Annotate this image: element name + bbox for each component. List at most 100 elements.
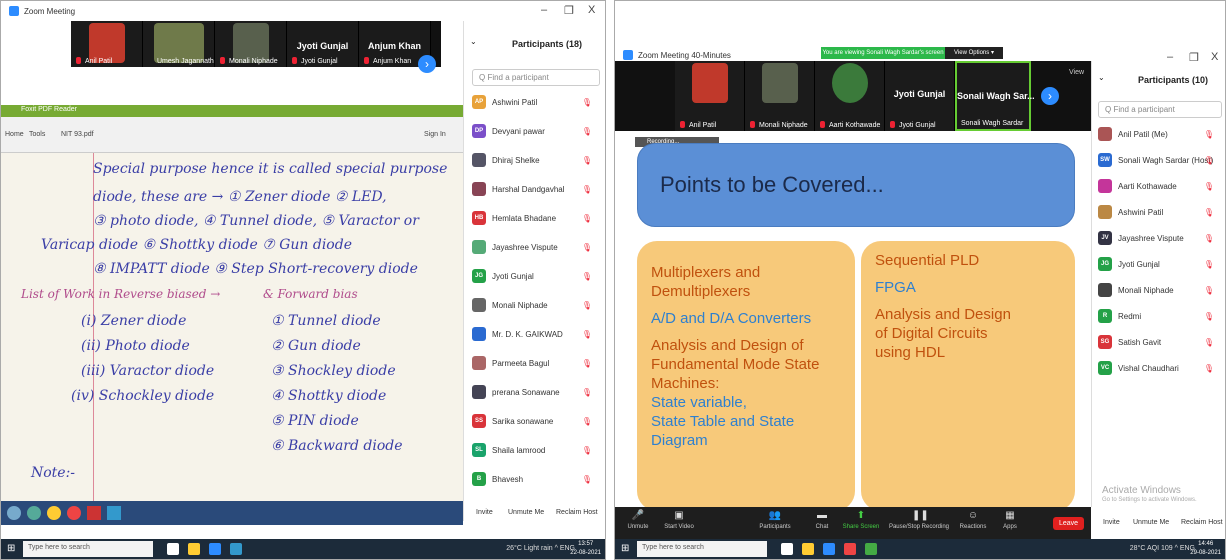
unmute-me-button[interactable]: Unmute Me bbox=[1133, 519, 1169, 526]
reactions-button[interactable]: ☺ Reactions bbox=[955, 510, 991, 530]
participants-button[interactable]: 👥 Participants bbox=[755, 510, 795, 530]
video-tile[interactable]: Jyoti Gunjal Jyoti Gunjal bbox=[287, 21, 359, 67]
participant-name: Bhavesh bbox=[492, 474, 524, 484]
participant-row[interactable]: SW Sonali Wagh Sardar (Host) 🎙 bbox=[1098, 149, 1224, 171]
task-view-icon[interactable] bbox=[167, 543, 179, 555]
clock-date: 29-08-2021 bbox=[1190, 550, 1221, 556]
participant-row[interactable]: Aarti Kothawade 🎙 bbox=[1098, 175, 1224, 197]
avatar: JG bbox=[472, 269, 486, 283]
leave-button[interactable]: Leave bbox=[1053, 517, 1085, 530]
note-line: ⑤ PIN diode bbox=[271, 413, 359, 429]
participant-row[interactable]: JG Jyoti Gunjal 🎙 bbox=[472, 265, 602, 287]
participant-row[interactable]: AP Ashwini Patil 🎙 bbox=[472, 91, 602, 113]
participant-row[interactable]: JV Jayashree Vispute 🎙 bbox=[1098, 227, 1224, 249]
participant-name: Aarti Kothawade bbox=[1118, 181, 1177, 191]
invite-button[interactable]: Invite bbox=[1103, 519, 1120, 526]
participant-name: Jayashree Vispute bbox=[492, 242, 558, 252]
taskbar-search-input[interactable]: Type here to search bbox=[23, 541, 153, 557]
view-button[interactable]: View bbox=[1069, 69, 1084, 76]
windows-start-icon[interactable]: ⊞ bbox=[621, 543, 629, 554]
video-tile[interactable]: Umesh Jagannath Tupe bbox=[143, 21, 231, 67]
document-tab[interactable]: NIT 93.pdf bbox=[61, 131, 94, 138]
avatar: JV bbox=[1098, 231, 1112, 245]
participant-row[interactable]: Anil Patil (Me) 🎙 bbox=[1098, 123, 1224, 145]
apps-button[interactable]: ▦ Apps bbox=[995, 510, 1025, 530]
minimize-button[interactable]: – bbox=[541, 4, 547, 16]
view-options-button[interactable]: View Options ▾ bbox=[945, 47, 1003, 59]
chrome-icon[interactable] bbox=[865, 543, 877, 555]
reclaim-host-button[interactable]: Reclaim Host bbox=[556, 509, 598, 516]
close-button[interactable]: X bbox=[588, 4, 595, 16]
avatar bbox=[472, 240, 486, 254]
participant-search-input[interactable]: Q Find a participant bbox=[1098, 101, 1222, 118]
participant-row[interactable]: Mr. D. K. GAIKWAD 🎙 bbox=[472, 323, 602, 345]
participant-row[interactable]: HB Hemlata Bhadane 🎙 bbox=[472, 207, 602, 229]
pause-stop-recording-button[interactable]: ❚❚ Pause/Stop Recording bbox=[883, 510, 955, 530]
participant-name: Mr. D. K. GAIKWAD bbox=[492, 329, 563, 339]
slide-bullet-line: Analysis and Design of bbox=[651, 337, 804, 354]
clock: 13:57 22-08-2021 bbox=[570, 540, 601, 558]
next-page-icon[interactable]: › bbox=[418, 55, 436, 73]
next-page-icon[interactable]: › bbox=[1041, 87, 1059, 105]
participant-row[interactable]: prerana Sonawane 🎙 bbox=[472, 381, 602, 403]
participant-row[interactable]: Monali Niphade 🎙 bbox=[472, 294, 602, 316]
chat-button[interactable]: ▬ Chat bbox=[807, 510, 837, 530]
maximize-button[interactable]: ❐ bbox=[564, 4, 574, 17]
participant-name: Redmi bbox=[1118, 311, 1142, 321]
apps-icon: ▦ bbox=[1005, 510, 1015, 521]
collapse-icon[interactable]: ⌄ bbox=[470, 37, 477, 46]
activate-windows-subtext: Go to Settings to activate Windows. bbox=[1102, 497, 1197, 503]
video-tile[interactable]: Aarti Kothawade bbox=[815, 61, 885, 131]
avatar: VC bbox=[1098, 361, 1112, 375]
participant-row[interactable]: DP Devyani pawar 🎙 bbox=[472, 120, 602, 142]
participant-name: Harshal Dandgavhal bbox=[492, 184, 565, 194]
menu-tools[interactable]: Tools bbox=[29, 131, 45, 138]
participant-row[interactable]: Dhiraj Shelke 🎙 bbox=[472, 149, 602, 171]
participant-row[interactable]: R Redmi 🎙 bbox=[1098, 305, 1224, 327]
video-tile[interactable]: Monali Niphade bbox=[215, 21, 287, 67]
participant-row[interactable]: VC Vishal Chaudhari 🎙 bbox=[1098, 357, 1224, 379]
reader-toolbar: Home Tools NIT 93.pdf Sign In bbox=[1, 117, 463, 153]
participant-row[interactable]: SL Shaila lamrood 🎙 bbox=[472, 439, 602, 461]
start-video-button[interactable]: ▣ Start Video bbox=[659, 510, 699, 530]
windows-start-icon[interactable]: ⊞ bbox=[7, 543, 15, 554]
video-tile[interactable]: Jyoti Gunjal Jyoti Gunjal bbox=[885, 61, 955, 131]
participant-row[interactable]: Harshal Dandgavhal 🎙 bbox=[472, 178, 602, 200]
video-tile-active-speaker[interactable]: Sonali Wagh Sar... Sonali Wagh Sardar bbox=[955, 61, 1035, 131]
taskbar-search-input[interactable]: Type here to search bbox=[637, 541, 767, 557]
reclaim-host-button[interactable]: Reclaim Host bbox=[1181, 519, 1223, 526]
participant-row[interactable]: SG Satish Gavit 🎙 bbox=[1098, 331, 1224, 353]
unmute-button[interactable]: 🎤 Unmute bbox=[623, 510, 653, 530]
participant-row[interactable]: JG Jyoti Gunjal 🎙 bbox=[1098, 253, 1224, 275]
app-taskbar-icon[interactable] bbox=[230, 543, 242, 555]
zoom-taskbar-icon[interactable] bbox=[823, 543, 835, 555]
collapse-icon[interactable]: ⌄ bbox=[1098, 73, 1105, 82]
participant-row[interactable]: Ashwini Patil 🎙 bbox=[1098, 201, 1224, 223]
task-view-icon[interactable] bbox=[781, 543, 793, 555]
participant-row[interactable]: SS Sarika sonawane 🎙 bbox=[472, 410, 602, 432]
file-explorer-icon[interactable] bbox=[188, 543, 200, 555]
participant-row[interactable]: Parmeeta Bagul 🎙 bbox=[472, 352, 602, 374]
note-line: ⑥ Backward diode bbox=[271, 438, 403, 454]
video-tile[interactable]: Monali Niphade bbox=[745, 61, 815, 131]
sign-in-link[interactable]: Sign In bbox=[424, 131, 446, 138]
toolbar-label: Apps bbox=[1003, 524, 1017, 530]
app-taskbar-icon[interactable] bbox=[844, 543, 856, 555]
slide-bullet-line: of Digital Circuits bbox=[875, 325, 988, 342]
zoom-taskbar-icon[interactable] bbox=[209, 543, 221, 555]
participant-row[interactable]: Monali Niphade 🎙 bbox=[1098, 279, 1224, 301]
menu-home[interactable]: Home bbox=[5, 131, 24, 138]
unmute-me-button[interactable]: Unmute Me bbox=[508, 509, 544, 516]
video-tile[interactable]: Anil Patil bbox=[675, 61, 745, 131]
file-explorer-icon[interactable] bbox=[802, 543, 814, 555]
participant-search-input[interactable]: Q Find a participant bbox=[472, 69, 600, 86]
participant-row[interactable]: B Bhavesh 🎙 bbox=[472, 468, 602, 490]
windows-taskbar: ⊞ Type here to search 28°C AQI 109 ^ ENG… bbox=[615, 539, 1225, 559]
slide-bullet-line: Sequential PLD bbox=[875, 252, 980, 269]
app-icon bbox=[27, 506, 41, 520]
invite-button[interactable]: Invite bbox=[476, 509, 493, 516]
muted-mic-icon bbox=[750, 121, 755, 128]
video-tile[interactable]: Anil Patil bbox=[71, 21, 143, 67]
share-screen-button[interactable]: ⬆ Share Screen bbox=[841, 510, 881, 530]
participant-row[interactable]: Jayashree Vispute 🎙 bbox=[472, 236, 602, 258]
